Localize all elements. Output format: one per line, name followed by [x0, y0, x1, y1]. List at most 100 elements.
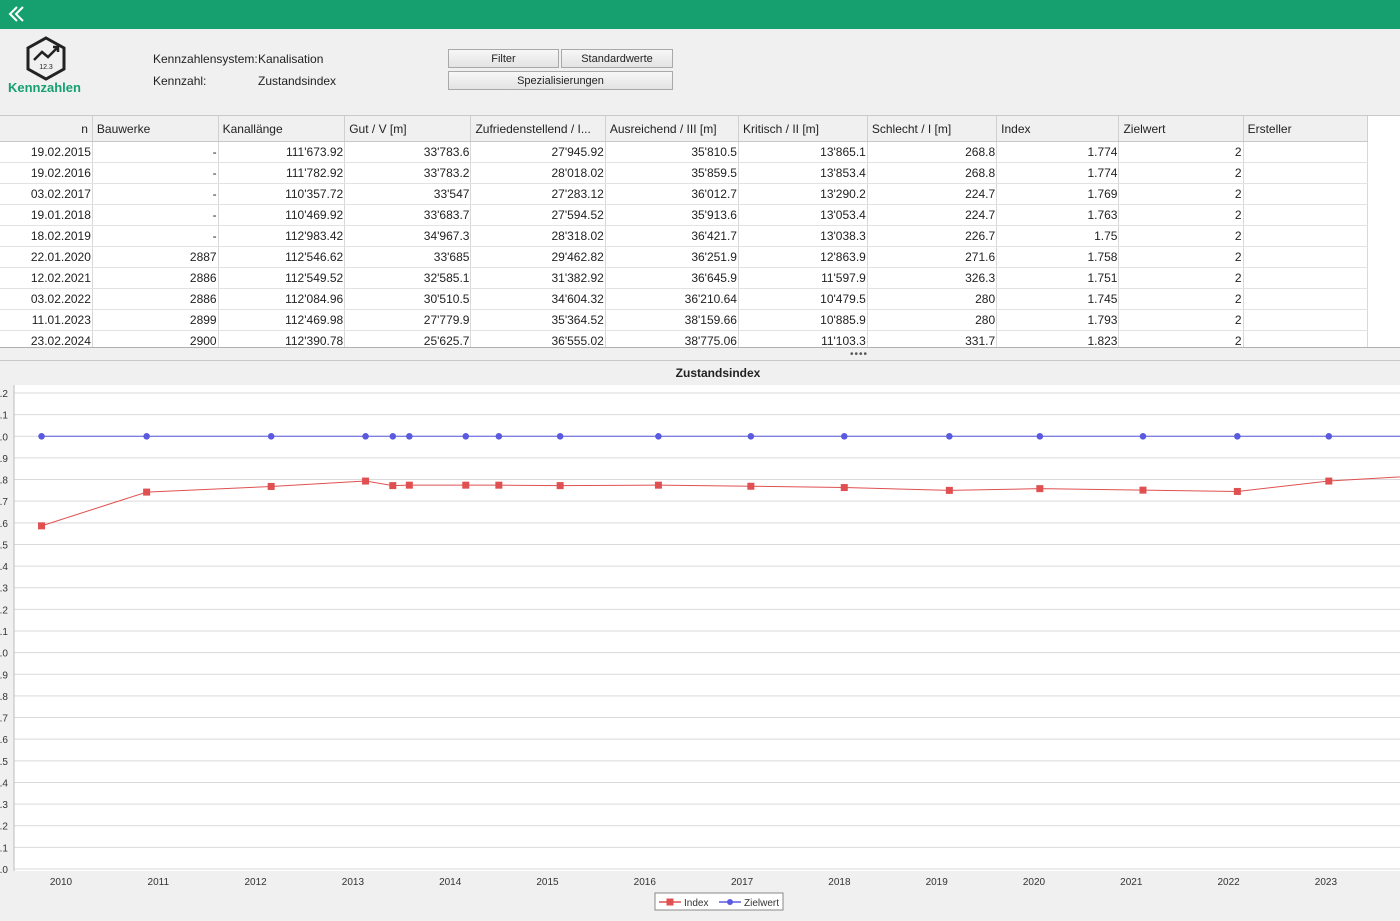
table-cell: 112'983.42	[218, 225, 346, 247]
filter-button[interactable]: Filter	[448, 49, 559, 68]
y-tick-label: .3	[0, 584, 8, 595]
column-header[interactable]: Schlecht / I [m]	[867, 116, 998, 142]
table-cell: -	[92, 225, 219, 247]
column-header[interactable]: Kritisch / II [m]	[738, 116, 868, 142]
y-tick-label: .7	[0, 497, 8, 508]
back-icon[interactable]	[6, 4, 26, 24]
y-tick-label: 1.0	[0, 649, 8, 660]
x-tick-label: 2021	[1120, 877, 1143, 888]
table-cell: 1.745	[996, 288, 1120, 310]
table-row[interactable]: 19.01.2018-110'469.92 33'683.7 27'594.52 35…	[0, 204, 1369, 226]
table-cell: 1.823	[996, 330, 1120, 347]
table-cell: 112'469.98	[218, 309, 346, 331]
table-cell: 18.02.2019	[0, 225, 93, 247]
x-tick-label: 2022	[1217, 877, 1240, 888]
table-cell: 29'462.82	[470, 246, 606, 268]
x-tick-label: 2019	[926, 877, 949, 888]
data-point-index	[747, 482, 755, 490]
splitter-handle[interactable]: ••••	[850, 349, 868, 360]
table-cell	[1243, 330, 1369, 347]
table-cell: 36'645.9	[605, 267, 739, 289]
table-cell: 13'290.2	[738, 183, 868, 205]
y-tick-label: .2	[0, 822, 8, 833]
y-tick-label: .1	[0, 843, 8, 854]
standardwerte-button[interactable]: Standardwerte	[561, 49, 673, 68]
table-cell: 224.7	[867, 183, 998, 205]
table-cell: 11'597.9	[738, 267, 868, 289]
column-header[interactable]: Zielwert	[1118, 116, 1244, 142]
table-cell: 111'673.92	[218, 141, 346, 163]
table-cell: 280	[867, 288, 998, 310]
table-row[interactable]: 19.02.2016-111'782.92 33'783.2 28'018.02 35…	[0, 162, 1369, 184]
column-header[interactable]: Gut / V [m]	[344, 116, 472, 142]
table-row[interactable]: 18.02.2019-112'983.42 34'967.3 28'318.02 36…	[0, 225, 1369, 247]
table-cell	[1243, 183, 1369, 205]
table-cell: 28'018.02	[470, 162, 606, 184]
data-point-zielwert	[840, 432, 848, 440]
zustandsindex-chart: Zustandsindex .0 .1 .2 .3 .4 .5 .6 .7 .8 .9 1.0 .1.…	[0, 366, 1400, 911]
system-value: Kanalisation	[258, 52, 324, 66]
table-cell: 2886	[92, 288, 219, 310]
table-row[interactable]: 22.01.2020 2887 112'546.62 33'685 29'462.82 3…	[0, 246, 1369, 268]
table-cell: 2	[1118, 204, 1244, 226]
data-point-zielwert	[362, 432, 369, 440]
table-row[interactable]: 03.02.2022 2886 112'084.96 30'510.5 34'604.3…	[0, 288, 1369, 310]
table-cell	[1243, 225, 1369, 247]
legend-label: Zielwert	[744, 898, 779, 909]
data-table: n Bauwerke Kanallänge Gut / V [m] Zufriedens…	[0, 115, 1400, 348]
column-header[interactable]: n	[0, 116, 93, 142]
table-cell: 19.01.2018	[0, 204, 93, 226]
table-row[interactable]: 11.01.2023 2899 112'469.98 27'779.9 35'364.5…	[0, 309, 1369, 331]
table-cell: 35'364.52	[470, 309, 606, 331]
column-header[interactable]: Ausreichend / III [m]	[605, 116, 739, 142]
table-cell: 35'810.5	[605, 141, 739, 163]
chart-panel: Zustandsindex .0 .1 .2 .3 .4 .5 .6 .7 .8 .9 1.0 .1.…	[0, 360, 1400, 918]
y-tick-label: .5	[0, 540, 8, 551]
table-cell: 1.751	[996, 267, 1120, 289]
table-row[interactable]: 19.02.2015-111'673.92 33'783.6 27'945.92 35…	[0, 141, 1369, 163]
table-row[interactable]: 12.02.2021 2886 112'549.52 32'585.1 31'382.9…	[0, 267, 1369, 289]
x-tick-label: 2020	[1023, 877, 1046, 888]
table-cell: 224.7	[867, 204, 998, 226]
data-point-index	[1233, 487, 1241, 495]
table-cell: 27'594.52	[470, 204, 606, 226]
table-cell: 13'053.4	[738, 204, 868, 226]
table-row[interactable]: 23.02.2024 2900 112'390.78 25'625.7 36'555.0…	[0, 330, 1369, 347]
column-header[interactable]: Index	[996, 116, 1120, 142]
table-cell: 331.7	[867, 330, 998, 347]
table-cell: 112'546.62	[218, 246, 346, 268]
column-header[interactable]: Bauwerke	[92, 116, 219, 142]
column-header[interactable]: Kanallänge	[218, 116, 346, 142]
column-header[interactable]: Ersteller	[1243, 116, 1369, 142]
data-point-index	[143, 488, 151, 496]
table-cell: 1.758	[996, 246, 1120, 268]
data-point-zielwert	[495, 432, 503, 440]
x-tick-label: 2011	[148, 877, 170, 888]
kennzahl-label: Kennzahl:	[153, 74, 207, 88]
column-header[interactable]: Zufriedenstellend / I...	[470, 116, 606, 142]
y-tick-label: .8	[0, 692, 8, 703]
table-row[interactable]: 03.02.2017-110'357.72 33'547 27'283.12 36'0…	[0, 183, 1369, 205]
data-point-index	[1139, 486, 1147, 494]
data-point-index	[556, 482, 564, 490]
table-cell: 2887	[92, 246, 219, 268]
table-cell: 13'038.3	[738, 225, 868, 247]
table-cell: 1.769	[996, 183, 1120, 205]
data-point-zielwert	[1139, 432, 1147, 440]
table-cell: 2	[1118, 309, 1244, 331]
data-point-index	[840, 484, 848, 492]
table-cell: 13'865.1	[738, 141, 868, 163]
table-cell: 2899	[92, 309, 219, 331]
table-cell: 34'967.3	[344, 225, 472, 247]
table-cell: 27'945.92	[470, 141, 606, 163]
y-tick-label: .9	[0, 454, 8, 465]
x-tick-label: 2014	[439, 877, 462, 888]
y-tick-label: .4	[0, 562, 8, 573]
table-cell: 35'913.6	[605, 204, 739, 226]
y-tick-label: .2	[0, 389, 8, 400]
data-point-index	[462, 481, 470, 489]
legend-marker	[666, 898, 674, 906]
data-point-zielwert	[462, 432, 470, 440]
spezialisierungen-button[interactable]: Spezialisierungen	[448, 71, 673, 90]
y-tick-label: .5	[0, 757, 8, 768]
